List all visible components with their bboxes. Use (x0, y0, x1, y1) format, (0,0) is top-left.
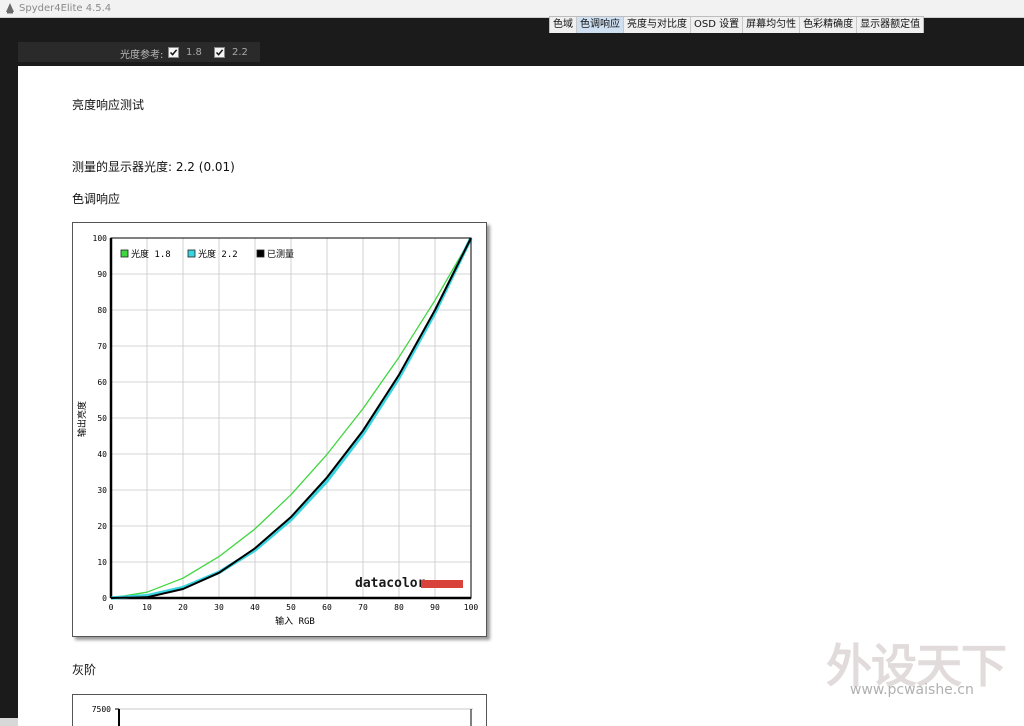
datacolor-brand-bar (421, 580, 463, 588)
y-tick-label: 90 (97, 270, 107, 279)
grayscale-chart: 7500 (72, 694, 487, 726)
grayscale-ytick-label: 7500 (92, 705, 111, 714)
x-tick-label: 30 (214, 603, 224, 612)
y-tick-label: 70 (97, 342, 107, 351)
report-content[interactable]: 亮度响应测试 测量的显示器光度: 2.2 (0.01) 色调响应 0 10 20 30… (18, 66, 1024, 726)
legend-swatch-gamma18 (120, 249, 129, 258)
gamma-reference-bar: 光度参考: 1.8 2.2 (18, 42, 260, 62)
chart-grid (109, 237, 472, 600)
datacolor-logo-text: datacolor (355, 576, 426, 591)
gamma-22-value: 2.2 (232, 47, 248, 58)
y-tick-label: 30 (97, 486, 107, 495)
y-tick-label: 0 (102, 594, 107, 603)
scrollbar-corner (0, 718, 18, 726)
x-tick-label: 20 (178, 603, 188, 612)
x-axis-label: 输入 RGB (275, 615, 315, 627)
tone-response-plot: 0 10 20 30 40 50 60 70 80 90 100 0 10 20 30 40 50 60 70 80 9… (76, 234, 479, 627)
tab-screen-uniformity[interactable]: 屏幕均匀性 (743, 17, 801, 33)
x-tick-label: 60 (322, 603, 332, 612)
chart-legend: 光度 1.8 光度 2.2 已测量 (120, 248, 294, 260)
x-tick-label: 10 (142, 603, 152, 612)
window-title: Spyder4Elite 4.5.4 (19, 3, 112, 14)
spyder-app-icon (6, 3, 14, 14)
y-tick-label: 80 (97, 306, 107, 315)
x-tick-label: 70 (358, 603, 368, 612)
section-title: 亮度响应测试 (72, 98, 145, 112)
x-tick-label: 80 (394, 603, 404, 612)
tab-tone-response[interactable]: 色调响应 (577, 17, 624, 33)
tab-color-accuracy[interactable]: 色彩精确度 (800, 17, 858, 33)
x-tick-label: 100 (464, 603, 479, 612)
x-tick-label: 50 (286, 603, 296, 612)
tone-response-title: 色调响应 (72, 192, 121, 206)
grayscale-plot: 7500 (92, 705, 473, 726)
datacolor-logo: datacolor (355, 576, 463, 591)
gamma-22-checkbox[interactable] (214, 47, 225, 58)
y-tick-label: 50 (97, 414, 107, 423)
y-tick-label: 20 (97, 522, 107, 531)
chart-tick-labels: 0 10 20 30 40 50 60 70 80 90 100 0 10 20 30 40 50 60 70 80 9… (93, 234, 479, 612)
y-tick-label: 60 (97, 378, 107, 387)
checkmark-icon (215, 49, 224, 56)
tone-response-chart: 0 10 20 30 40 50 60 70 80 90 100 0 10 20 30 40 50 60 70 80 9… (72, 222, 487, 637)
y-axis-label: 输出亮度 (76, 401, 88, 437)
grayscale-title: 灰阶 (72, 663, 97, 677)
report-tabs: 色域 色调响应 亮度与对比度 OSD 设置 屏幕均匀性 色彩精确度 显示器额定值 (549, 16, 925, 33)
checkmark-icon (169, 49, 178, 56)
gamma-18-checkbox[interactable] (168, 47, 179, 58)
x-tick-label: 0 (109, 603, 114, 612)
measured-gamma-line: 测量的显示器光度: 2.2 (0.01) (72, 160, 235, 174)
legend-label-gamma18: 光度 1.8 (131, 248, 171, 260)
legend-swatch-measured (256, 249, 265, 258)
watermark: 外设天下 www.pcwaishe.cn (826, 630, 1016, 702)
gamma-18-value: 1.8 (186, 47, 202, 58)
legend-swatch-gamma22 (187, 249, 196, 258)
tab-display-rating[interactable]: 显示器额定值 (857, 17, 923, 33)
x-tick-label: 40 (250, 603, 260, 612)
y-tick-label: 100 (93, 234, 108, 243)
watermark-url: www.pcwaishe.cn (850, 682, 974, 698)
x-tick-label: 90 (430, 603, 440, 612)
y-tick-label: 10 (97, 558, 107, 567)
tab-osd-settings[interactable]: OSD 设置 (691, 17, 744, 33)
legend-label-gamma22: 光度 2.2 (198, 248, 238, 260)
y-tick-label: 40 (97, 450, 107, 459)
tab-gamut[interactable]: 色域 (550, 17, 577, 33)
gamma-reference-label: 光度参考: (120, 50, 164, 61)
legend-label-measured: 已测量 (267, 249, 294, 260)
tab-brightness-contrast[interactable]: 亮度与对比度 (624, 17, 691, 33)
